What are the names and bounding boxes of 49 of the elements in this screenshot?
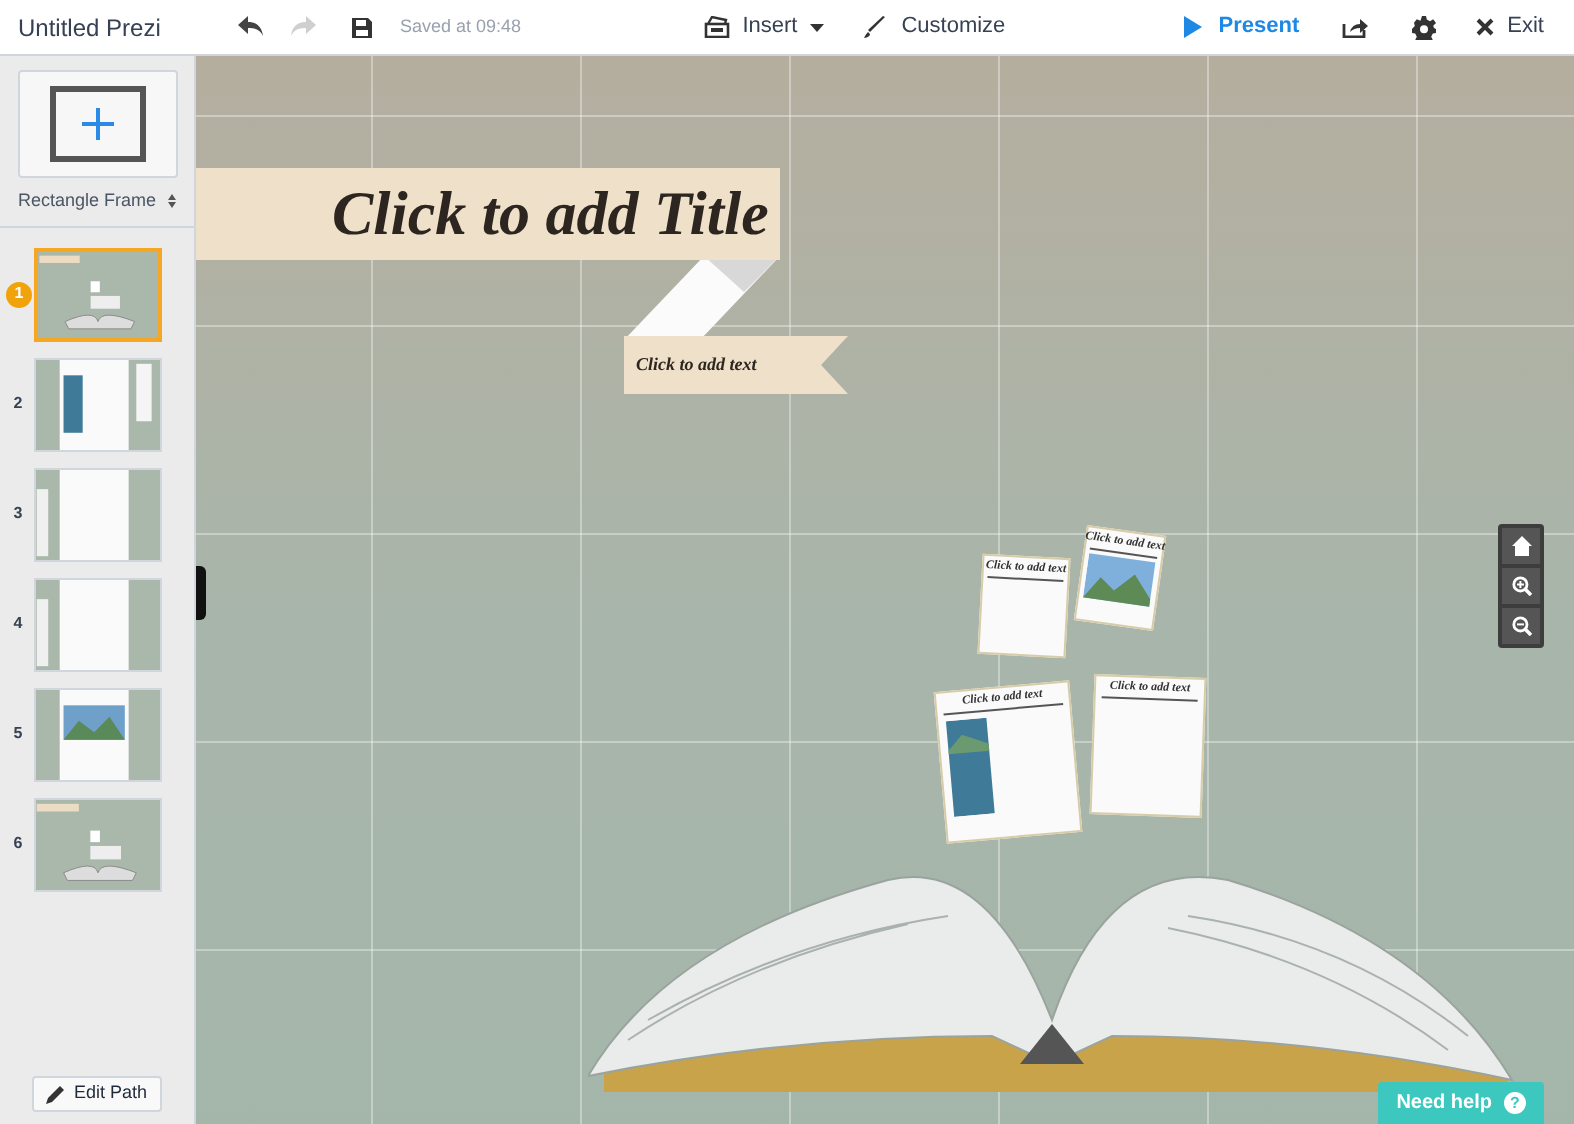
save-status: Saved at 09:48 [400, 13, 522, 40]
brush-icon [863, 16, 886, 38]
insert-menu[interactable]: Insert [700, 5, 828, 49]
slide-thumbnail[interactable] [34, 357, 162, 451]
close-icon [1475, 18, 1494, 36]
frame-plus-icon [49, 86, 145, 162]
title-underline [1101, 696, 1199, 702]
image-strip-drawing [944, 717, 997, 818]
slide-number: 6 [11, 832, 25, 856]
home-button[interactable] [1502, 528, 1540, 564]
zoom-out-icon [1511, 616, 1531, 636]
pencil-icon [46, 1085, 64, 1103]
slide-thumbnail[interactable] [34, 467, 162, 561]
slide-number-badge: 1 [6, 281, 32, 307]
slide-number: 4 [11, 612, 25, 636]
zoom-in-icon [1511, 576, 1531, 596]
slide-thumbnail[interactable] [34, 797, 162, 891]
frame-type-select[interactable]: Rectangle Frame [17, 188, 177, 215]
home-icon [1511, 536, 1531, 556]
subtitle-banner[interactable]: Click to add text [624, 336, 848, 394]
title-banner[interactable]: Click to add Title [196, 168, 780, 260]
new-frame-button[interactable] [17, 70, 177, 178]
slide-thumbnail[interactable] [34, 247, 162, 341]
present-button[interactable]: Present [1184, 5, 1300, 49]
zoom-out-button[interactable] [1502, 608, 1540, 644]
slide-thumbnail[interactable] [34, 687, 162, 781]
document-title[interactable]: Untitled Prezi [0, 9, 216, 45]
share-icon [1342, 16, 1369, 38]
save-icon [352, 17, 372, 37]
zoom-in-button[interactable] [1502, 568, 1540, 604]
insert-icon [704, 16, 731, 38]
slide-number: 2 [11, 392, 25, 416]
slide-number: 5 [11, 722, 25, 746]
customize-button[interactable]: Customize [863, 5, 1006, 49]
title-underline [944, 703, 1063, 716]
sort-caret-icon [168, 194, 177, 209]
sidebar-resize-handle[interactable] [196, 566, 206, 620]
caret-icon [809, 23, 824, 31]
landscape-photo-drawing [1083, 551, 1157, 609]
redo-icon [289, 16, 315, 38]
edit-path-button[interactable]: Edit Path [32, 1076, 162, 1112]
settings-icon [1411, 15, 1436, 39]
slide-number: 3 [11, 502, 25, 526]
title-underline [987, 576, 1064, 582]
undo-icon [237, 16, 263, 38]
exit-button[interactable]: Exit [1475, 5, 1544, 49]
slide-thumbnail[interactable] [34, 577, 162, 671]
help-icon: ? [1504, 1092, 1526, 1114]
play-icon [1184, 16, 1203, 38]
